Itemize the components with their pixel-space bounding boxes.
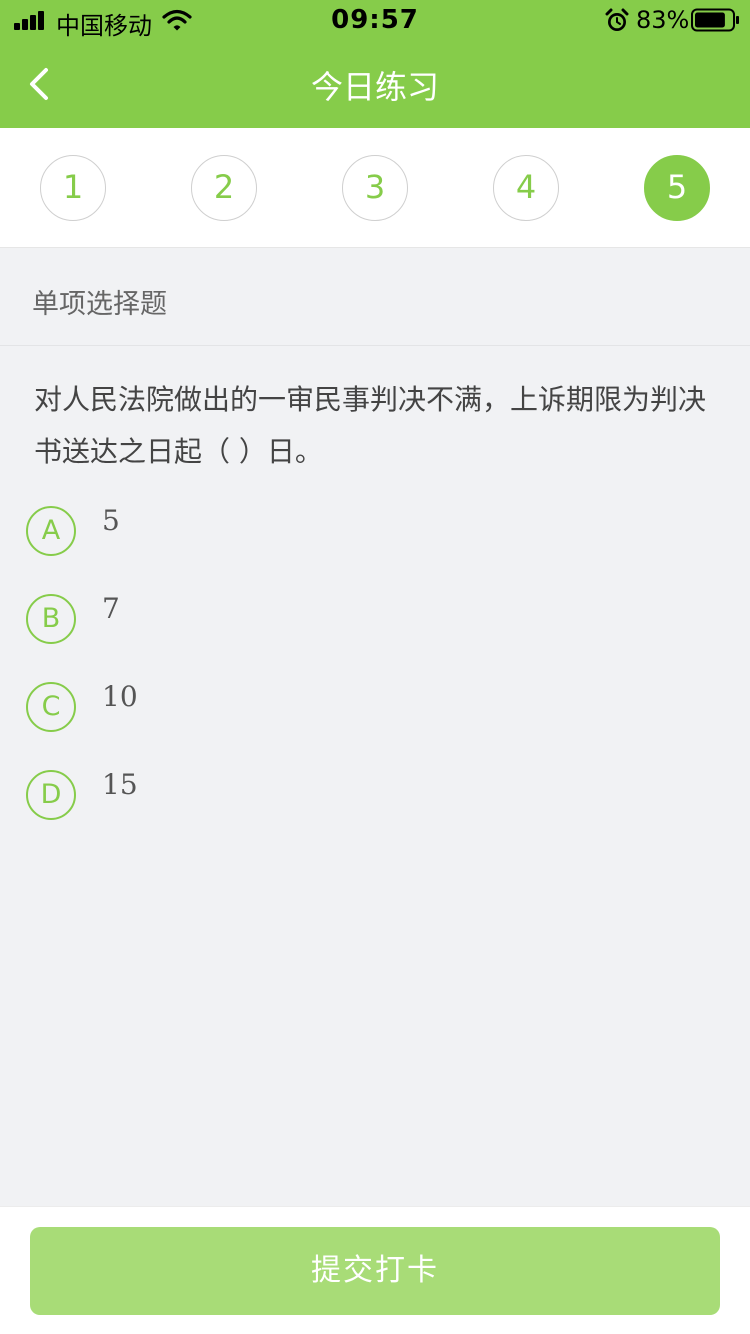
question-type-bar: 单项选择题 [0, 248, 750, 346]
question-number-3[interactable]: 3 [342, 155, 408, 221]
submit-checkin-button[interactable]: 提交打卡 [30, 1227, 720, 1315]
nav-bar: 今日练习 [0, 40, 750, 128]
status-bar: 中国移动 09:57 83% [0, 0, 750, 40]
question-text: 对人民法院做出的一审民事判决不满，上诉期限为判决书送达之日起（ ）日。 [34, 383, 707, 468]
page-title: 今日练习 [310, 68, 439, 106]
option-c[interactable]: C 10 [26, 680, 626, 734]
option-letter[interactable]: A [26, 506, 76, 556]
option-a[interactable]: A 5 [26, 504, 626, 558]
option-letter[interactable]: C [26, 682, 76, 732]
battery-percent: 83% [636, 6, 690, 34]
option-d[interactable]: D 15 [26, 768, 626, 822]
question-number-2[interactable]: 2 [191, 155, 257, 221]
alarm-icon [605, 8, 629, 31]
option-value[interactable]: 7 [102, 592, 120, 625]
app-screen: 中国移动 09:57 83% 今日练习 1 2 3 4 5 单项选择题 对人民法… [0, 0, 750, 1334]
question-number-4[interactable]: 4 [493, 155, 559, 221]
battery-icon [691, 8, 739, 32]
question-number-5[interactable]: 5 [644, 155, 710, 221]
option-letter[interactable]: D [26, 770, 76, 820]
question-number-bar: 1 2 3 4 5 [0, 128, 750, 248]
option-b[interactable]: B 7 [26, 592, 626, 646]
option-value[interactable]: 5 [102, 504, 120, 537]
bottom-bar: 提交打卡 [0, 1206, 750, 1334]
option-value[interactable]: 15 [102, 768, 138, 801]
option-value[interactable]: 10 [102, 680, 138, 713]
question-number-1[interactable]: 1 [40, 155, 106, 221]
header: 中国移动 09:57 83% 今日练习 [0, 0, 750, 128]
question-type: 单项选择题 [32, 289, 167, 320]
option-letter[interactable]: B [26, 594, 76, 644]
